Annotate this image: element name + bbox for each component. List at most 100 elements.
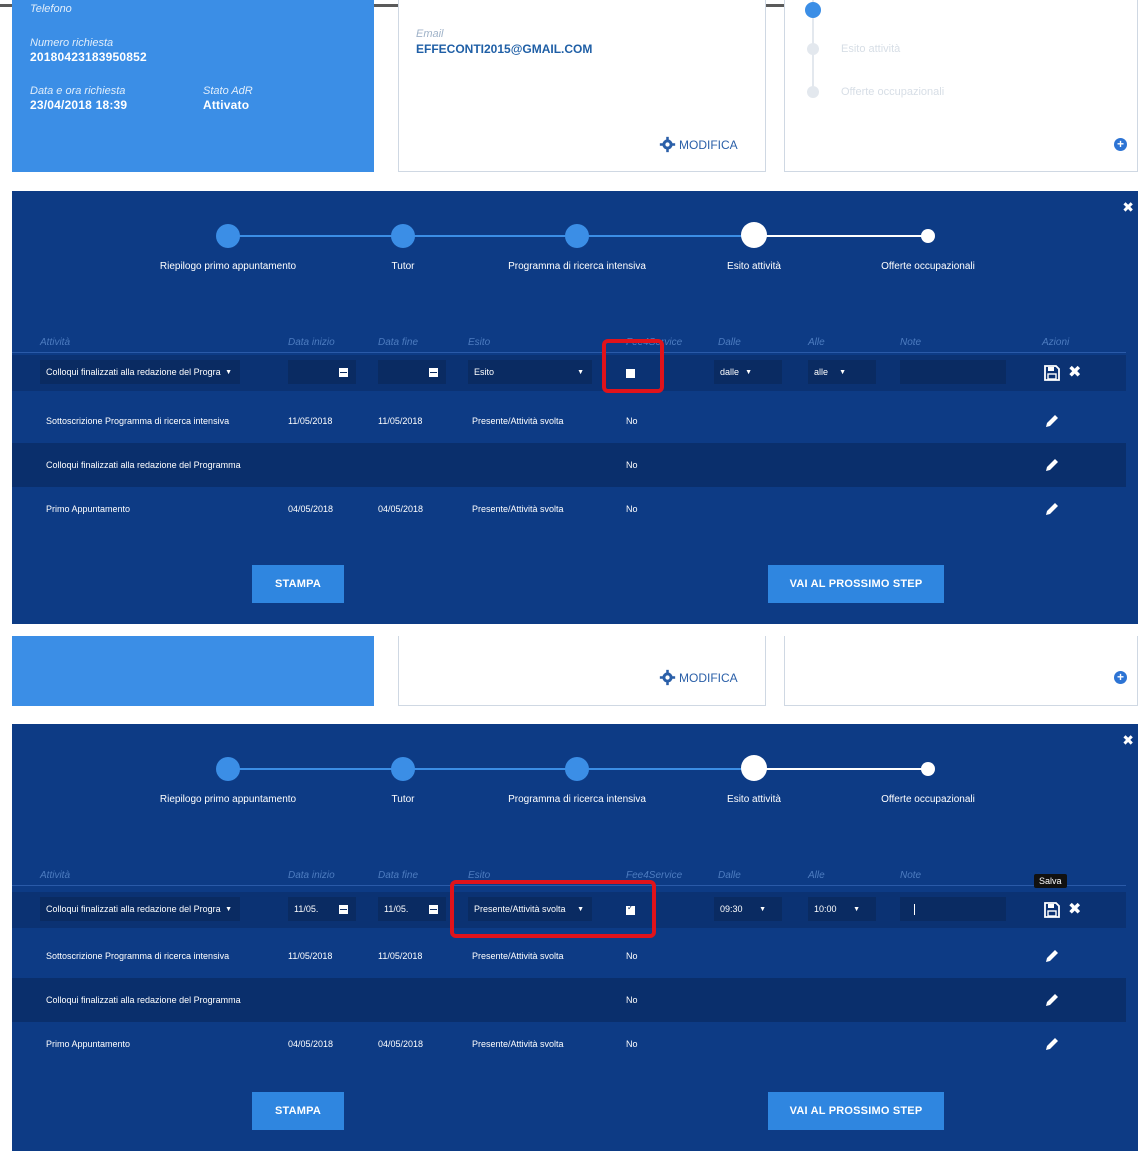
step-label-2: Tutor	[391, 794, 415, 805]
pencil-icon[interactable]	[1044, 501, 1060, 517]
step-label-5: Offerte occupazionali	[881, 261, 975, 272]
header-attivita: Attività	[40, 337, 71, 348]
email-value: EFFECONTI2015@GMAIL.COM	[416, 42, 593, 56]
data-fine-input[interactable]	[378, 360, 446, 384]
cell-esito: Presente/Attività svolta	[472, 1039, 564, 1049]
cell-data-inizio: 11/05/2018	[288, 416, 333, 426]
step-dot-1[interactable]	[216, 757, 240, 781]
alle-select[interactable]: alle ▼	[808, 360, 876, 384]
pencil-icon[interactable]	[1044, 992, 1060, 1008]
next-step-button[interactable]: VAI AL PROSSIMO STEP	[768, 565, 944, 603]
attivita-select[interactable]: Colloqui finalizzati alla redazione del …	[40, 360, 240, 384]
header-note: Note	[900, 337, 922, 348]
step-label-4: Esito attività	[727, 794, 781, 805]
data-inizio-input[interactable]: 11/05.	[288, 897, 356, 921]
data-label: Data e ora richiesta	[30, 85, 126, 97]
numero-value: 20180423183950852	[30, 50, 147, 64]
step-dot-5[interactable]	[921, 229, 935, 243]
modifica-button[interactable]: MODIFICA	[659, 136, 738, 153]
stampa-button[interactable]: STAMPA	[252, 565, 344, 603]
header-note: Note	[900, 870, 922, 881]
step-dot-4-current[interactable]	[741, 222, 767, 248]
activity-panel-1: ✖ Riepilogo primo appuntamento Tutor Pro…	[12, 191, 1138, 624]
telefono-label: Telefono	[30, 3, 72, 15]
cell-data-fine: 11/05/2018	[378, 951, 423, 961]
cell-attivita: Sottoscrizione Programma di ricerca inte…	[46, 951, 230, 961]
plus-circle-icon[interactable]: +	[1114, 138, 1127, 151]
numero-label: Numero richiesta	[30, 37, 114, 49]
cell-data-fine: 04/05/2018	[378, 1039, 424, 1049]
plus-circle-icon[interactable]: +	[1114, 671, 1127, 684]
calendar-icon[interactable]	[429, 904, 438, 914]
cell-data-inizio: 04/05/2018	[288, 1039, 334, 1049]
cell-esito: Presente/Attività svolta	[472, 951, 564, 961]
email-card-cropped: MODIFICA	[398, 636, 766, 706]
dalle-select[interactable]: dalle ▼	[714, 360, 782, 384]
cancel-icon[interactable]: ✖	[1068, 902, 1081, 918]
mini-step-esito: Esito attività	[807, 43, 900, 55]
pencil-icon[interactable]	[1044, 413, 1060, 429]
pencil-icon[interactable]	[1044, 1036, 1060, 1052]
table-row: Primo Appuntamento 04/05/2018 04/05/2018…	[12, 1022, 1126, 1066]
calendar-icon[interactable]	[429, 367, 438, 377]
request-info-card: Telefono Numero richiesta 20180423183950…	[12, 0, 374, 172]
email-card: Email EFFECONTI2015@GMAIL.COM MODIFICA	[398, 0, 766, 172]
header-alle: Alle	[808, 337, 825, 348]
stepper-progress-line	[228, 235, 754, 237]
edit-row: Colloqui finalizzati alla redazione del …	[12, 355, 1126, 391]
dalle-select[interactable]: 09:30 ▼	[714, 897, 782, 921]
stepper-remaining-line	[754, 235, 928, 237]
calendar-icon[interactable]	[339, 367, 348, 377]
table-row: Colloqui finalizzati alla redazione del …	[12, 443, 1126, 487]
email-label: Email	[416, 28, 444, 40]
table-row: Sottoscrizione Programma di ricerca inte…	[12, 399, 1126, 443]
attivita-select[interactable]: Colloqui finalizzati alla redazione del …	[40, 897, 240, 921]
next-step-button[interactable]: VAI AL PROSSIMO STEP	[768, 1092, 944, 1130]
calendar-icon[interactable]	[339, 904, 348, 914]
step-dot-3[interactable]	[565, 224, 589, 248]
header-data-inizio: Data inizio	[288, 870, 335, 881]
stepper: Riepilogo primo appuntamento Tutor Progr…	[12, 724, 1138, 824]
note-input[interactable]	[900, 897, 1006, 921]
cancel-icon[interactable]: ✖	[1068, 365, 1081, 381]
step-dot-3[interactable]	[565, 757, 589, 781]
step-label-3: Programma di ricerca intensiva	[508, 794, 646, 805]
cell-attivita: Primo Appuntamento	[46, 504, 131, 514]
save-icon[interactable]	[1044, 365, 1060, 381]
data-inizio-input[interactable]	[288, 360, 356, 384]
header-data-fine: Data fine	[378, 870, 419, 881]
table-row: Colloqui finalizzati alla redazione del …	[12, 978, 1126, 1022]
stampa-button[interactable]: STAMPA	[252, 1092, 344, 1130]
modifica-button[interactable]: MODIFICA	[659, 669, 738, 686]
step-label-1: Riepilogo primo appuntamento	[159, 261, 297, 272]
data-fine-input[interactable]: 11/05.	[378, 897, 446, 921]
cell-attivita: Sottoscrizione Programma di ricerca inte…	[46, 416, 230, 426]
step-dot-1[interactable]	[216, 224, 240, 248]
header-esito: Esito	[468, 337, 491, 348]
modifica-label: MODIFICA	[679, 137, 738, 152]
cell-data-inizio: 11/05/2018	[288, 951, 333, 961]
esito-select[interactable]: Esito ▼	[468, 360, 592, 384]
cell-data-inizio: 04/05/2018	[288, 504, 334, 514]
header-azioni: Azioni	[1042, 337, 1070, 348]
highlight-esito-fee	[450, 880, 656, 938]
step-dot-4-current[interactable]	[741, 755, 767, 781]
pencil-icon[interactable]	[1044, 457, 1060, 473]
table-header: Attività Data inizio Data fine Esito Fee…	[12, 333, 1126, 353]
info-strip-1: Telefono Numero richiesta 20180423183950…	[0, 0, 1138, 185]
step-dot-5[interactable]	[921, 762, 935, 776]
stato-label: Stato AdR	[203, 85, 253, 97]
stepper: Riepilogo primo appuntamento Tutor Progr…	[12, 191, 1138, 291]
cell-fee: No	[626, 995, 638, 1005]
alle-select[interactable]: 10:00 ▼	[808, 897, 876, 921]
step-dot-2[interactable]	[391, 224, 415, 248]
cell-fee: No	[626, 416, 638, 426]
pencil-icon[interactable]	[1044, 948, 1060, 964]
save-tooltip: Salva	[1034, 874, 1067, 888]
table-row: Sottoscrizione Programma di ricerca inte…	[12, 934, 1126, 978]
modifica-label: MODIFICA	[679, 670, 738, 685]
step-dot-2[interactable]	[391, 757, 415, 781]
note-input[interactable]	[900, 360, 1006, 384]
cell-fee: No	[626, 504, 638, 514]
save-icon[interactable]	[1044, 902, 1060, 918]
